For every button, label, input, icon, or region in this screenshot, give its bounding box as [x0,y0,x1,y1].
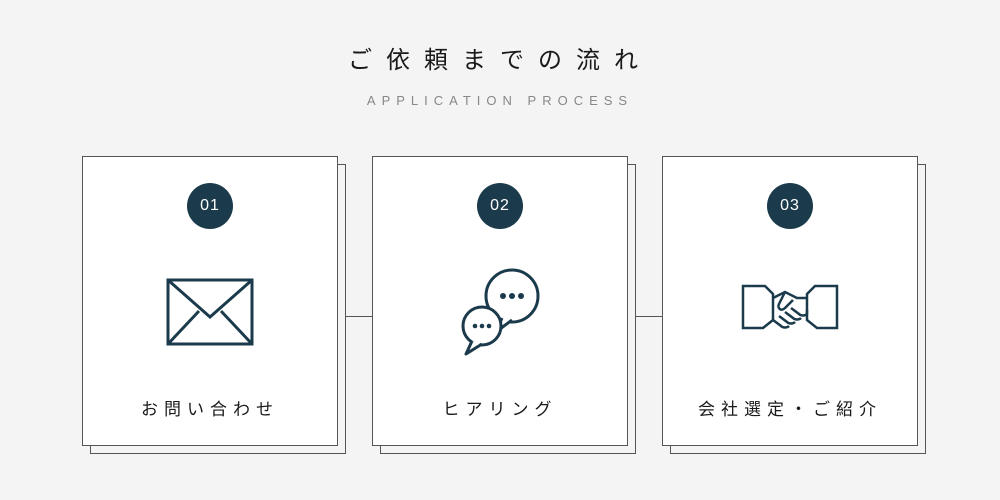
step-card: 01 お問い合わせ [82,156,338,446]
envelope-icon [165,257,255,367]
handshake-icon [735,257,845,367]
step-title: 会社選定・ご紹介 [698,395,882,420]
step-card: 03 会社選定・ご紹介 [662,156,918,446]
step-number-badge: 03 [767,183,813,229]
step-number-badge: 02 [477,183,523,229]
card: 03 会社選定・ご紹介 [662,156,918,446]
section-subtitle: APPLICATION PROCESS [367,93,633,108]
steps-row: 01 お問い合わせ 02 [82,156,918,446]
step-title: ヒアリング [443,395,558,420]
section-title: ご依頼までの流れ [348,40,652,75]
card: 02 ヒアリング [372,156,628,446]
application-process-section: ご依頼までの流れ APPLICATION PROCESS 01 お問い合わせ [0,0,1000,500]
step-title: お問い合わせ [141,395,279,420]
step-card: 02 ヒアリング [372,156,628,446]
card: 01 お問い合わせ [82,156,338,446]
step-number-badge: 01 [187,183,233,229]
speech-bubbles-icon [450,257,550,367]
